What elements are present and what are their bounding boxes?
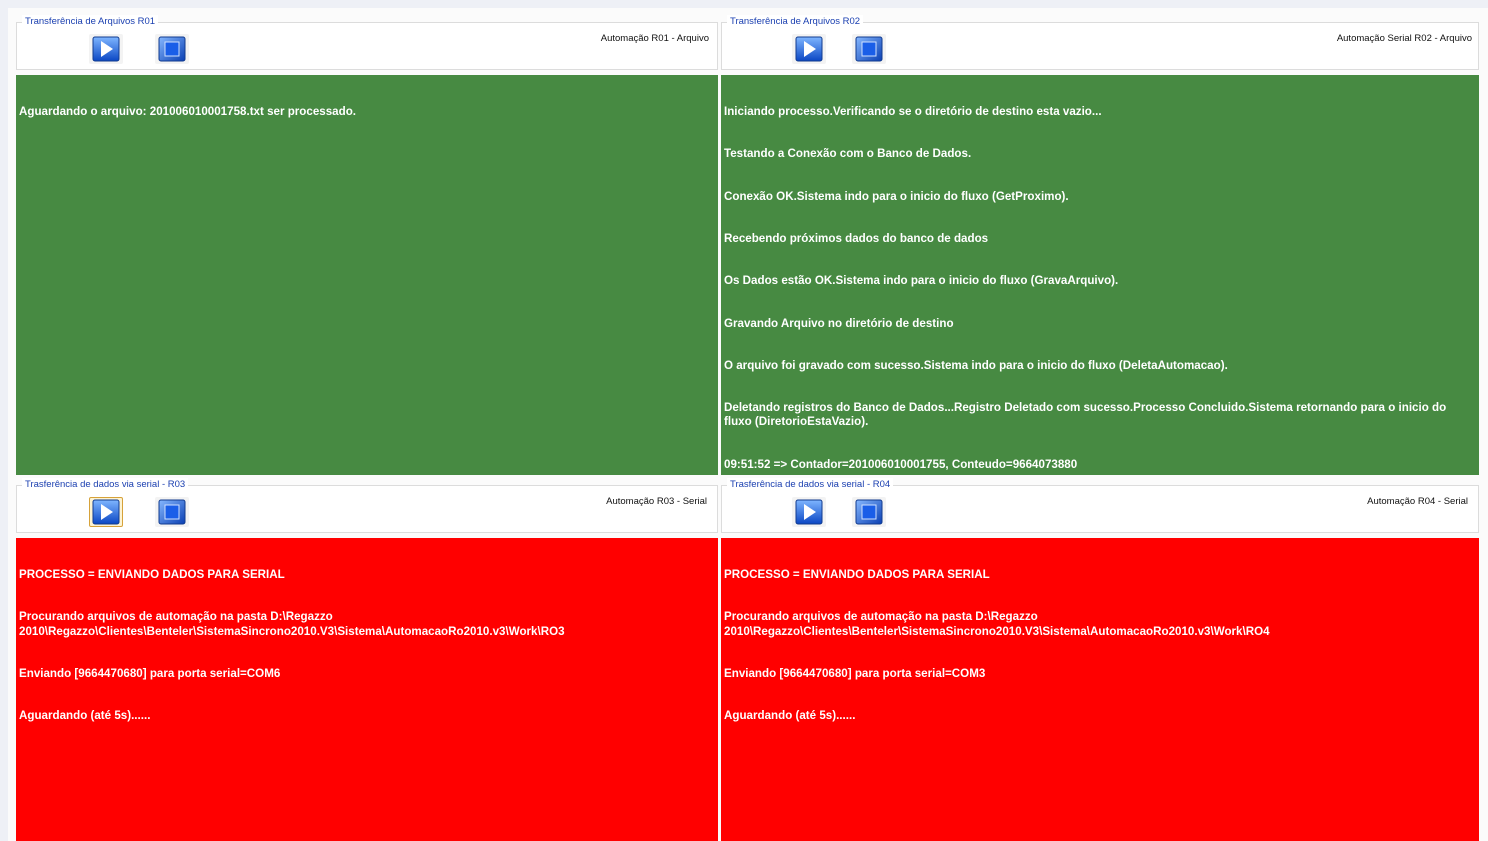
stop-icon [158,36,186,62]
log-line: O arquivo foi gravado com sucesso.Sistem… [724,358,1228,372]
log-panel-ro4: PROCESSO = ENVIANDO DADOS PARA SERIAL Pr… [721,538,1479,841]
log-line: Procurando arquivos de automação na past… [724,610,1270,638]
stop-icon [158,499,186,525]
stop-icon [855,499,883,525]
log-line: Recebendo próximos dados do banco de dad… [724,232,989,246]
play-button-ro4[interactable] [792,497,826,527]
play-button-ro3[interactable] [89,497,123,527]
play-icon [795,36,823,62]
log-panel-ro2: Iniciando processo.Verificando se o dire… [721,75,1479,475]
log-line: 09:51:52 => Contador=201006010001755, Co… [724,457,1078,471]
description-ro3: Automação R03 - Serial [606,496,707,507]
play-icon [92,499,120,525]
log-line: Gravando Arquivo no diretório de destino [724,316,954,330]
log-line: Enviando [9664470680] para porta serial=… [724,666,986,680]
log-line: Testando a Conexão com o Banco de Dados. [724,147,972,161]
log-line: Aguardando (até 5s)...... [724,709,856,723]
group-title-ro1: Transferência de Arquivos R01 [22,15,159,29]
play-button-ro2[interactable] [792,34,826,64]
log-line: Aguardando o arquivo: 201006010001758.tx… [19,105,357,119]
stop-icon [855,36,883,62]
log-line: Procurando arquivos de automação na past… [19,610,565,638]
play-button-ro1[interactable] [89,34,123,64]
log-line: Iniciando processo.Verificando se o dire… [724,105,1102,119]
log-line: Deletando registros do Banco de Dados...… [724,401,1450,429]
group-ro4: Trasferência de dados via serial - R04 A… [721,478,1479,533]
main-window: Transferência de Arquivos R01 Automação … [8,8,1488,841]
stop-button-ro1[interactable] [155,34,189,64]
description-ro4: Automação R04 - Serial [1367,496,1468,507]
group-title-ro3: Trasferência de dados via serial - R03 [22,478,189,492]
stop-button-ro4[interactable] [852,497,886,527]
group-ro2: Transferência de Arquivos R02 Automação … [721,15,1479,70]
play-icon [92,36,120,62]
log-panel-ro3: PROCESSO = ENVIANDO DADOS PARA SERIAL Pr… [16,538,718,841]
description-ro1: Automação R01 - Arquivo [600,33,709,44]
log-line: Aguardando (até 5s)...... [19,709,151,723]
log-line: PROCESSO = ENVIANDO DADOS PARA SERIAL [724,568,990,582]
stop-button-ro2[interactable] [852,34,886,64]
description-ro2: Automação Serial R02 - Arquivo [1336,33,1472,44]
log-line: Os Dados estão OK.Sistema indo para o in… [724,274,1119,288]
log-line: Enviando [9664470680] para porta serial=… [19,666,281,680]
group-title-ro4: Trasferência de dados via serial - R04 [727,478,894,492]
group-title-ro2: Transferência de Arquivos R02 [727,15,864,29]
play-icon [795,499,823,525]
group-ro3: Trasferência de dados via serial - R03 A… [16,478,718,533]
log-panel-ro1: Aguardando o arquivo: 201006010001758.tx… [16,75,718,475]
log-line: PROCESSO = ENVIANDO DADOS PARA SERIAL [19,568,285,582]
group-ro1: Transferência de Arquivos R01 Automação … [16,15,718,70]
stop-button-ro3[interactable] [155,497,189,527]
log-line: Conexão OK.Sistema indo para o inicio do… [724,189,1069,203]
